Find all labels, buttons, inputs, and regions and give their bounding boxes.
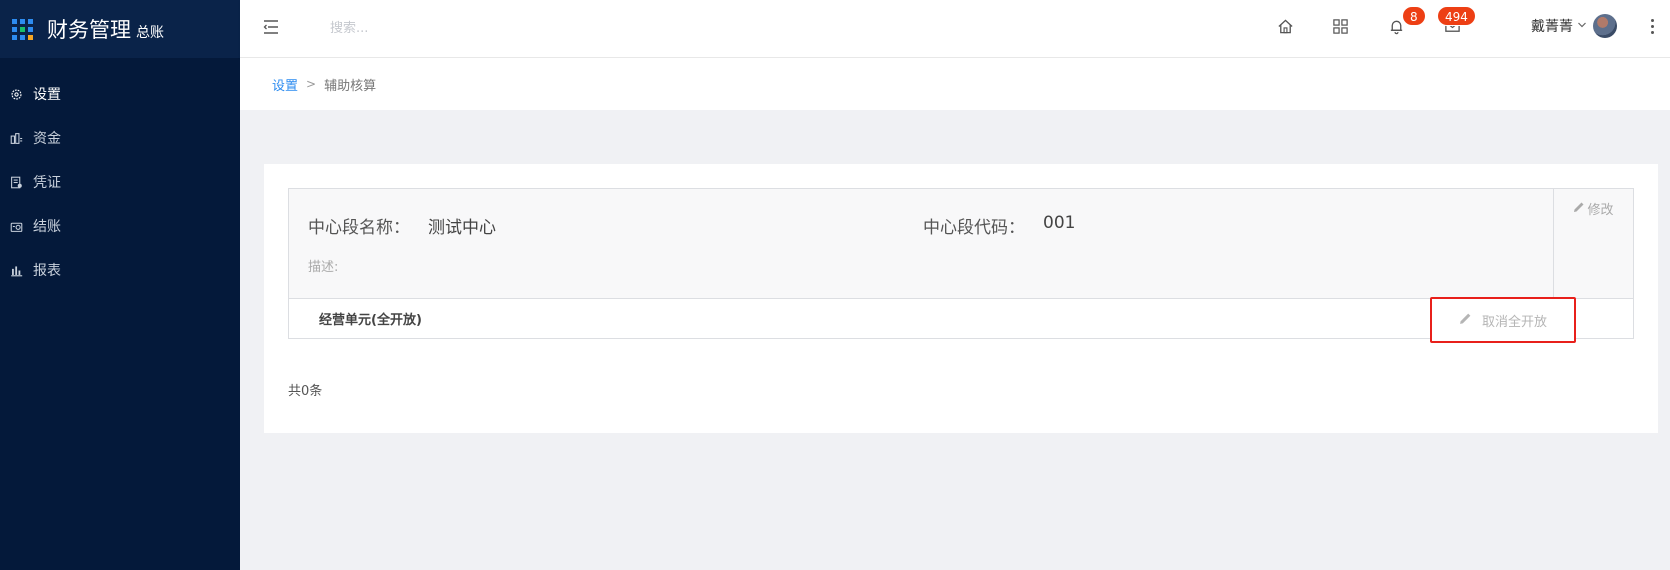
center-segment-panel: 中心段名称： 测试中心 中心段代码： 001 描述: 修改 经营单元(全开放) … — [288, 188, 1634, 343]
sidebar-item-settings[interactable]: 设置 — [0, 72, 240, 116]
sidebar-item-label: 凭证 — [33, 175, 61, 191]
brand: 财务管理 总账 — [0, 0, 240, 58]
edit-button[interactable]: 修改 — [1553, 189, 1633, 299]
breadcrumb-separator: > — [306, 77, 317, 91]
chevron-down-icon — [1577, 20, 1587, 33]
pencil-icon — [1573, 199, 1587, 299]
more-vertical-icon[interactable] — [1646, 16, 1658, 38]
top-bar: 8 494 戴菁菁 — [240, 0, 1670, 58]
center-name-label: 中心段名称： — [308, 218, 410, 238]
sidebar-item-closing[interactable]: 结账 — [0, 204, 240, 248]
business-unit-row: 经营单元(全开放) 取消全开放 — [289, 297, 1633, 343]
total-count: 共0条 — [288, 384, 323, 399]
messages-badge: 494 — [1437, 6, 1476, 26]
bell-icon — [1388, 20, 1405, 39]
center-code-label: 中心段代码： — [923, 218, 1025, 238]
breadcrumb: 设置 > 辅助核算 — [240, 58, 1670, 110]
app-grid-icon[interactable] — [12, 18, 33, 40]
center-segment-header: 中心段名称： 测试中心 中心段代码： 001 描述: 修改 — [289, 189, 1633, 299]
center-name-value: 测试中心 — [428, 218, 496, 238]
content-card: 中心段名称： 测试中心 中心段代码： 001 描述: 修改 经营单元(全开放) … — [264, 164, 1658, 433]
sidebar-item-voucher[interactable]: 凭证 — [0, 160, 240, 204]
sidebar-item-label: 资金 — [33, 131, 61, 147]
gear-icon — [9, 87, 23, 101]
menu-collapse-icon[interactable] — [262, 18, 280, 36]
funds-icon — [9, 131, 23, 145]
breadcrumb-link-settings[interactable]: 设置 — [272, 75, 298, 94]
center-code-value: 001 — [1043, 213, 1076, 233]
report-icon — [9, 263, 23, 277]
user-name: 戴菁菁 — [1531, 19, 1573, 35]
sidebar: 财务管理 总账 设置 资金 凭证 结账 报表 — [0, 0, 240, 570]
breadcrumb-current: 辅助核算 — [324, 78, 377, 94]
app-title: 财务管理 — [47, 18, 131, 42]
closing-icon — [9, 219, 23, 233]
center-description-label: 描述: — [308, 260, 339, 275]
apps-grid-icon[interactable] — [1332, 18, 1350, 36]
sidebar-item-reports[interactable]: 报表 — [0, 248, 240, 292]
home-icon[interactable] — [1277, 18, 1295, 36]
messages-button[interactable]: 494 — [1437, 6, 1476, 36]
notification-button[interactable]: 8 — [1388, 6, 1426, 39]
sidebar-menu: 设置 资金 凭证 结账 报表 — [0, 72, 240, 292]
sidebar-item-funds[interactable]: 资金 — [0, 116, 240, 160]
search-input[interactable] — [330, 15, 630, 41]
sidebar-item-label: 报表 — [33, 263, 61, 279]
user-menu[interactable]: 戴菁菁 — [1531, 14, 1617, 38]
app-subtitle: 总账 — [136, 25, 164, 41]
notification-badge: 8 — [1402, 6, 1426, 26]
sidebar-item-label: 设置 — [33, 87, 61, 103]
edit-label: 修改 — [1587, 203, 1614, 218]
business-unit-name: 经营单元(全开放) — [319, 313, 422, 328]
avatar[interactable] — [1593, 14, 1617, 38]
cancel-full-open-button[interactable]: 取消全开放 — [1430, 297, 1576, 343]
cancel-full-open-label: 取消全开放 — [1481, 314, 1547, 330]
sidebar-item-label: 结账 — [33, 219, 61, 235]
voucher-icon — [9, 175, 23, 189]
pencil-icon — [1459, 312, 1482, 329]
